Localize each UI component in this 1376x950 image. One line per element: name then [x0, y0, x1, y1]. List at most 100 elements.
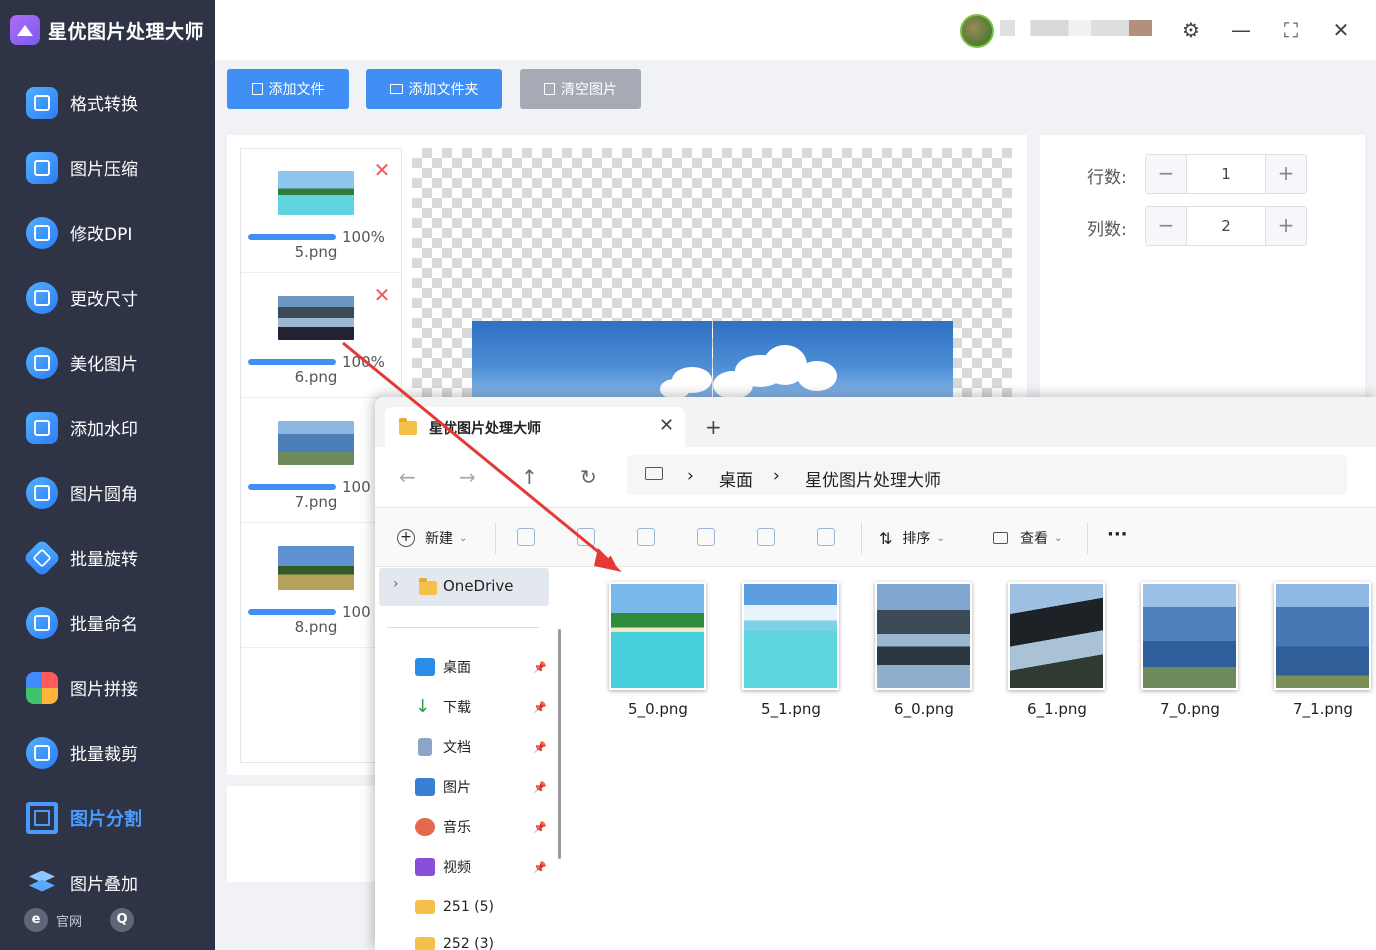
sidebar-item-downloads[interactable]: ↓ 下载 📌	[415, 695, 547, 719]
delete-button[interactable]	[817, 528, 835, 546]
add-folder-button[interactable]: 添加文件夹	[366, 69, 502, 109]
pin-icon[interactable]: 📌	[533, 781, 547, 794]
nav-item-compress[interactable]: 图片压缩	[0, 135, 215, 200]
rotate-icon	[22, 538, 62, 577]
sidebar-label: 桌面	[443, 660, 471, 676]
sidebar-label: 下载	[443, 700, 471, 716]
minimize-button[interactable]: —	[1227, 16, 1255, 44]
nav-label: 格式转换	[70, 95, 138, 115]
sidebar-item-pictures[interactable]: 图片 📌	[415, 775, 547, 799]
clear-images-label: 清空图片	[561, 82, 617, 98]
sidebar: 星优图片处理大师 格式转换 图片压缩 修改DPI 更改尺寸 美化图片 添加水印	[0, 0, 215, 950]
rows-value[interactable]: 1	[1186, 155, 1266, 193]
output-panel	[227, 786, 387, 882]
chevron-down-icon: ⌄	[936, 532, 945, 544]
nav-item-rename[interactable]: 批量命名	[0, 590, 215, 655]
file-tile[interactable]: 5_1.png	[736, 582, 846, 718]
sidebar-item-folder-251[interactable]: 251 (5)	[415, 895, 547, 919]
app-title: 星优图片处理大师	[48, 20, 205, 43]
avatar[interactable]	[960, 14, 994, 48]
explorer-sidebar: › OneDrive 桌面 📌 ↓ 下载 📌 文档 📌 图片 📌 音乐 📌 视频…	[375, 567, 565, 950]
cols-label: 列数:	[1087, 220, 1127, 240]
copy-icon	[577, 528, 595, 546]
sidebar-item-documents[interactable]: 文档 📌	[415, 735, 547, 759]
address-bar[interactable]: › 桌面 › 星优图片处理大师	[627, 455, 1347, 495]
pin-icon[interactable]: 📌	[533, 661, 547, 674]
file-tile[interactable]: 6_1.png	[1002, 582, 1112, 718]
pin-icon[interactable]: 📌	[533, 821, 547, 834]
nav-label: 修改DPI	[70, 225, 133, 245]
nav-item-crop[interactable]: 批量裁剪	[0, 720, 215, 785]
settings-icon[interactable]: ⚙	[1177, 16, 1205, 44]
sidebar-item-folder-252[interactable]: 252 (3)	[415, 932, 547, 950]
new-tab-icon[interactable]: +	[705, 415, 722, 439]
cols-decrement-button[interactable]: −	[1146, 207, 1186, 245]
remove-file-icon[interactable]: ✕	[373, 285, 391, 305]
nav-label: 美化图片	[70, 355, 138, 375]
cols-value[interactable]: 2	[1186, 207, 1266, 245]
nav-item-watermark[interactable]: 添加水印	[0, 395, 215, 460]
maximize-button[interactable]: ⛶	[1277, 16, 1305, 44]
list-item[interactable]: ✕ 100% 5.png	[241, 149, 401, 273]
nav-item-dpi[interactable]: 修改DPI	[0, 200, 215, 265]
sidebar-item-onedrive[interactable]: › OneDrive	[379, 568, 549, 606]
view-button[interactable]: 查看 ⌄	[993, 528, 1062, 548]
nav-item-beautify[interactable]: 美化图片	[0, 330, 215, 395]
sidebar-item-music[interactable]: 音乐 📌	[415, 815, 547, 839]
service-link[interactable]: Q	[110, 908, 142, 932]
sort-label: 排序	[902, 531, 931, 547]
cut-button[interactable]	[517, 528, 535, 546]
paste-button[interactable]	[637, 528, 655, 546]
sidebar-scrollbar[interactable]	[558, 629, 561, 859]
file-tile[interactable]: 5_0.png	[603, 582, 713, 718]
rows-increment-button[interactable]: +	[1266, 155, 1306, 193]
add-file-button[interactable]: 添加文件	[227, 69, 349, 109]
sidebar-item-videos[interactable]: 视频 📌	[415, 855, 547, 879]
share-button[interactable]	[757, 528, 775, 546]
nav-item-rotate[interactable]: 批量旋转	[0, 525, 215, 590]
new-label: 新建	[425, 531, 453, 547]
pin-icon[interactable]: 📌	[533, 861, 547, 874]
explorer-tab[interactable]: 星优图片处理大师 ✕	[385, 407, 685, 447]
remove-file-icon[interactable]: ✕	[373, 160, 391, 180]
pin-icon[interactable]: 📌	[533, 701, 547, 714]
list-item[interactable]: ✕ 100% 6.png	[241, 274, 401, 398]
rename-button[interactable]	[697, 528, 715, 546]
forward-icon[interactable]: →	[459, 465, 476, 489]
nav-item-puzzle[interactable]: 图片拼接	[0, 655, 215, 720]
close-button[interactable]: ✕	[1327, 16, 1355, 44]
new-button[interactable]: + 新建 ⌄	[397, 528, 467, 548]
nav-item-rounded-corner[interactable]: 图片圆角	[0, 460, 215, 525]
thumbnail	[278, 546, 354, 590]
file-tile[interactable]: 7_0.png	[1135, 582, 1245, 718]
breadcrumb-folder[interactable]: 星优图片处理大师	[805, 466, 941, 491]
refresh-icon[interactable]: ↻	[580, 465, 597, 489]
nav-item-resize[interactable]: 更改尺寸	[0, 265, 215, 330]
sidebar-item-desktop[interactable]: 桌面 📌	[415, 655, 547, 679]
desktop-icon	[415, 658, 435, 676]
close-tab-icon[interactable]: ✕	[659, 415, 674, 436]
clear-images-button[interactable]: 清空图片	[520, 69, 641, 109]
file-tile[interactable]: 6_0.png	[869, 582, 979, 718]
sidebar-label: 252 (3)	[443, 936, 495, 950]
rows-decrement-button[interactable]: −	[1146, 155, 1186, 193]
breadcrumb-separator: ›	[687, 466, 694, 486]
breadcrumb-desktop[interactable]: 桌面	[719, 466, 753, 491]
website-link[interactable]: e 官网	[24, 908, 82, 932]
back-icon[interactable]: ←	[399, 465, 416, 489]
file-thumbnail	[742, 582, 839, 690]
top-bar: ⚙ — ⛶ ✕	[215, 0, 1376, 60]
expand-icon[interactable]: ›	[393, 576, 399, 592]
explorer-command-bar: + 新建 ⌄ ⇅ 排序 ⌄ 查看 ⌄ ···	[375, 507, 1376, 567]
document-icon	[418, 738, 432, 756]
file-tile[interactable]: 7_1.png	[1268, 582, 1376, 718]
copy-button[interactable]	[577, 528, 595, 546]
nav-item-split[interactable]: 图片分割	[0, 785, 215, 850]
pin-icon[interactable]: 📌	[533, 741, 547, 754]
file-name: 6.png	[294, 368, 338, 386]
cols-increment-button[interactable]: +	[1266, 207, 1306, 245]
nav-item-format-convert[interactable]: 格式转换	[0, 70, 215, 135]
sort-button[interactable]: ⇅ 排序 ⌄	[879, 528, 945, 548]
up-icon[interactable]: ↑	[521, 465, 538, 489]
more-options-icon[interactable]: ···	[1107, 524, 1128, 545]
